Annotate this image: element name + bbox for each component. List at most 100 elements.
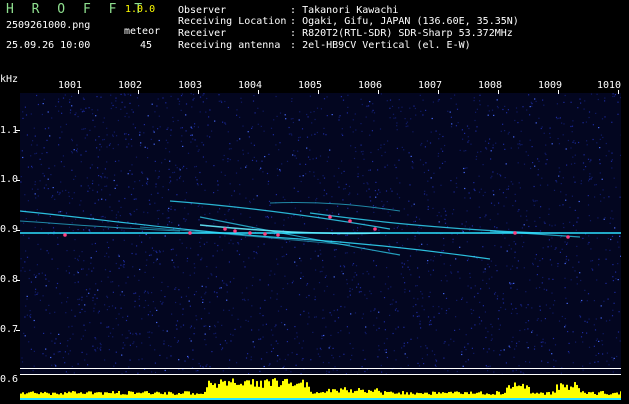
- noise-speckle: [151, 292, 152, 293]
- noise-speckle: [302, 360, 303, 361]
- noise-speckle: [410, 255, 411, 256]
- noise-speckle: [211, 131, 212, 132]
- noise-speckle: [301, 260, 302, 261]
- noise-speckle: [443, 293, 444, 294]
- noise-speckle: [598, 127, 599, 128]
- noise-speckle: [368, 105, 369, 106]
- noise-speckle: [419, 277, 420, 278]
- noise-speckle: [179, 177, 180, 178]
- noise-speckle: [560, 191, 561, 192]
- noise-speckle: [271, 351, 272, 352]
- noise-speckle: [225, 219, 226, 220]
- noise-speckle: [341, 173, 342, 174]
- noise-speckle: [144, 292, 145, 293]
- noise-speckle: [407, 126, 408, 127]
- noise-speckle: [89, 288, 90, 289]
- noise-speckle: [201, 297, 202, 298]
- noise-speckle: [358, 238, 359, 239]
- noise-speckle: [423, 100, 424, 101]
- noise-speckle: [594, 324, 595, 325]
- noise-speckle: [329, 202, 330, 203]
- amplitude-bar: [348, 392, 350, 398]
- noise-speckle: [66, 250, 67, 251]
- noise-speckle: [520, 216, 521, 217]
- noise-speckle: [487, 264, 488, 265]
- noise-speckle: [192, 138, 193, 139]
- noise-speckle: [119, 256, 120, 257]
- noise-speckle: [192, 135, 193, 136]
- noise-speckle: [78, 281, 79, 282]
- noise-speckle: [439, 212, 440, 213]
- noise-speckle: [299, 111, 300, 112]
- noise-speckle: [568, 140, 569, 141]
- amplitude-bar: [478, 392, 480, 398]
- noise-speckle: [284, 324, 285, 325]
- noise-speckle: [120, 207, 121, 208]
- noise-speckle: [230, 281, 231, 282]
- amplitude-bar: [428, 394, 430, 398]
- amplitude-bar: [528, 387, 530, 398]
- noise-speckle: [206, 98, 207, 99]
- noise-speckle: [108, 247, 109, 248]
- noise-speckle: [80, 109, 81, 110]
- noise-speckle: [468, 140, 469, 141]
- noise-speckle: [442, 136, 443, 137]
- noise-speckle: [22, 118, 23, 119]
- noise-speckle: [502, 124, 503, 125]
- noise-speckle: [85, 151, 86, 152]
- amplitude-bar: [526, 385, 528, 398]
- noise-speckle: [393, 208, 394, 209]
- noise-speckle: [156, 322, 157, 323]
- noise-speckle: [314, 317, 315, 318]
- noise-speckle: [218, 184, 219, 185]
- noise-speckle: [96, 147, 97, 148]
- noise-speckle: [612, 159, 613, 160]
- amplitude-bar: [578, 388, 580, 398]
- noise-speckle: [416, 312, 417, 313]
- noise-speckle: [57, 192, 58, 193]
- noise-speckle: [333, 348, 334, 349]
- noise-speckle: [433, 270, 434, 271]
- noise-speckle: [526, 210, 527, 211]
- noise-speckle: [346, 184, 347, 185]
- noise-speckle: [550, 128, 551, 129]
- noise-speckle: [200, 111, 201, 112]
- noise-speckle: [418, 227, 419, 228]
- noise-speckle: [98, 136, 99, 137]
- noise-speckle: [425, 345, 426, 346]
- noise-speckle: [52, 195, 53, 196]
- amplitude-bar: [226, 386, 228, 398]
- amplitude-bar: [128, 391, 130, 398]
- noise-speckle: [415, 304, 416, 305]
- noise-speckle: [157, 193, 158, 194]
- noise-speckle: [569, 352, 570, 353]
- noise-speckle: [48, 168, 49, 169]
- noise-speckle: [296, 332, 297, 333]
- noise-speckle: [42, 114, 43, 115]
- noise-speckle: [377, 169, 378, 170]
- amplitude-bar: [60, 393, 62, 398]
- noise-speckle: [229, 360, 230, 361]
- noise-speckle: [294, 262, 295, 263]
- noise-speckle: [109, 306, 110, 307]
- amplitude-bar: [190, 395, 192, 398]
- noise-speckle: [120, 215, 121, 216]
- noise-speckle: [158, 326, 159, 327]
- noise-speckle: [548, 214, 549, 215]
- noise-speckle: [606, 143, 607, 144]
- noise-speckle: [566, 165, 567, 166]
- amplitude-bar: [414, 395, 416, 398]
- noise-speckle: [30, 314, 31, 315]
- noise-speckle: [246, 357, 247, 358]
- noise-speckle: [64, 362, 65, 363]
- noise-speckle: [419, 219, 420, 220]
- noise-speckle: [236, 362, 237, 363]
- noise-speckle: [201, 258, 202, 259]
- noise-speckle: [496, 227, 497, 228]
- noise-speckle: [343, 188, 344, 189]
- noise-speckle: [170, 135, 171, 136]
- noise-speckle: [203, 93, 204, 94]
- noise-speckle: [317, 179, 318, 180]
- noise-speckle: [447, 370, 448, 371]
- noise-speckle: [172, 249, 173, 250]
